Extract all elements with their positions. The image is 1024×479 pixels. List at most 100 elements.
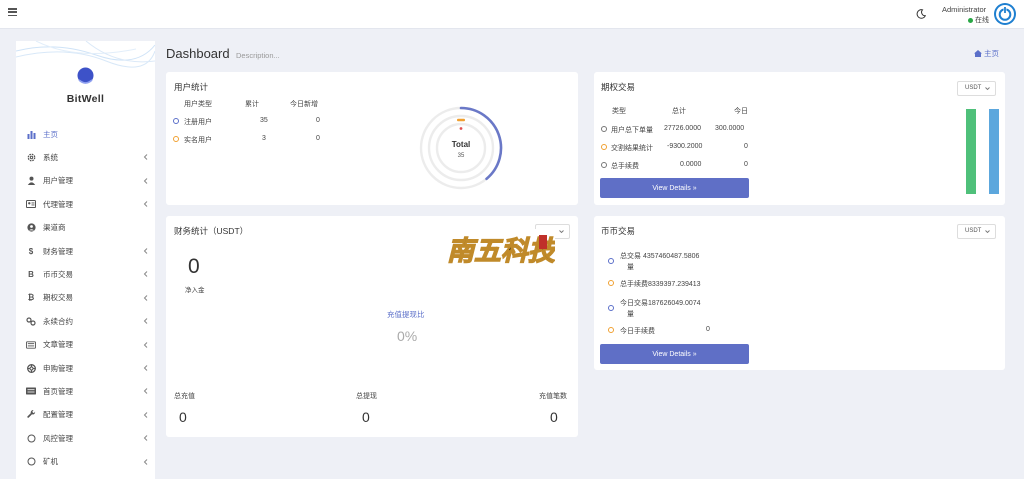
spot-stat-line2: 量	[627, 311, 634, 318]
ratio-title: 充值提现比	[387, 310, 425, 319]
chevron-left-icon	[141, 316, 151, 326]
spot-title: 币币交易	[601, 226, 636, 236]
chevron-left-icon	[141, 433, 151, 443]
chevron-down-icon	[559, 230, 564, 234]
deposit-count-label: 充值笔数	[539, 393, 567, 400]
life-ring-icon	[26, 363, 36, 373]
sidebar-item[interactable]: 矿机	[26, 452, 151, 472]
sidebar-item[interactable]: 风控管理	[26, 428, 151, 448]
sidebar-item[interactable]: ₿ 期权交易	[26, 288, 151, 308]
chevron-down-icon	[985, 87, 990, 91]
chevron-left-icon	[141, 457, 151, 467]
svg-text:南五科技: 南五科技	[447, 236, 555, 267]
spot-stat-line1: 今日手续费	[620, 328, 655, 335]
user-name[interactable]: Administrator	[942, 5, 986, 14]
moon-icon[interactable]	[916, 9, 926, 19]
sidebar-item[interactable]: 文章管理	[26, 335, 151, 355]
home-icon	[974, 50, 982, 57]
row-marker	[173, 118, 179, 124]
link-icon	[26, 316, 36, 326]
circle-icon	[26, 457, 36, 467]
page-title: Dashboard	[166, 46, 230, 61]
sidebar-item-label: 风控管理	[43, 433, 73, 443]
row-marker	[601, 162, 607, 168]
user-today: 0	[316, 117, 320, 124]
user-circle-icon	[26, 223, 36, 233]
currency-select-value: USDT	[965, 85, 982, 91]
total-withdraw-value: 0	[362, 409, 370, 425]
sidebar-item[interactable]: 渠道商	[26, 218, 151, 238]
currency-select-value: USDT	[965, 228, 982, 234]
chevron-left-icon	[141, 363, 151, 373]
option-type: 用户总下单量	[611, 127, 653, 134]
row-marker	[601, 144, 607, 150]
sidebar-item-label: 财务管理	[43, 246, 73, 256]
sidebar-item[interactable]: $ 财务管理	[26, 241, 151, 261]
sidebar-item[interactable]: B 币币交易	[26, 264, 151, 284]
option-type: 总手续费	[611, 163, 639, 170]
ratio-value: 0%	[397, 328, 418, 344]
sidebar-item-label: 代理管理	[43, 199, 73, 209]
user-type: 注册用户	[184, 119, 212, 126]
donut-label: Total	[451, 140, 471, 149]
sidebar-item-label: 用户管理	[43, 176, 73, 186]
sidebar-item[interactable]: 主页	[26, 124, 151, 144]
sidebar-item-label: 申购管理	[43, 363, 73, 373]
sidebar-item-label: 期权交易	[43, 293, 73, 303]
spot-stat-line1: 总交易 4357460487.5806	[620, 253, 700, 260]
sidebar-item[interactable]: 用户管理	[26, 171, 151, 191]
chevron-left-icon	[141, 152, 151, 162]
user-total: 35	[260, 117, 268, 124]
option-type: 交割结果统计	[611, 145, 653, 152]
sidebar-item-label: 矿机	[43, 457, 58, 467]
spot-currency-select[interactable]: USDT	[957, 224, 996, 239]
total-withdraw-label: 总提现	[356, 393, 377, 400]
column-header: 用户类型	[184, 101, 212, 108]
spot-view-details-button[interactable]: View Details »	[600, 344, 749, 364]
chevron-left-icon	[141, 199, 151, 209]
sidebar-item[interactable]: 申购管理	[26, 358, 151, 378]
column-header: 今日新增	[290, 101, 318, 108]
donut-value: 35	[457, 153, 465, 159]
sidebar-item[interactable]: 代理管理	[26, 194, 151, 214]
row-marker	[608, 327, 614, 333]
deposit-count-value: 0	[550, 409, 558, 425]
total-deposit-label: 总充值	[174, 393, 195, 400]
sidebar-item[interactable]: 永续合约	[26, 311, 151, 331]
spot-stat-line2: 量	[627, 264, 634, 271]
currency-select[interactable]: USDT	[957, 81, 996, 96]
column-header: 类型	[612, 108, 626, 115]
user-type: 实名用户	[184, 137, 212, 144]
breadcrumb-home[interactable]: 主页	[974, 48, 999, 59]
row-marker	[608, 280, 614, 286]
bitcoin-icon: ₿	[27, 293, 35, 303]
row-marker	[173, 136, 179, 142]
sidebar-item[interactable]: 系统	[26, 147, 151, 167]
sidebar-item[interactable]: 配置管理	[26, 405, 151, 425]
options-view-details-button[interactable]: View Details »	[600, 178, 749, 198]
brand-name: BitWell	[66, 93, 105, 105]
hamburger-menu-icon[interactable]	[8, 8, 17, 16]
user-today: 0	[316, 135, 320, 142]
user-total: 3	[262, 135, 266, 142]
options-trading-card: 期权交易 USDT 类型 总计 今日 用户总下单量 27726.0000 300…	[594, 72, 1005, 205]
row-marker	[601, 126, 607, 132]
chevron-left-icon	[141, 386, 151, 396]
page-description: Description...	[236, 51, 280, 60]
sidebar-item-label: 系统	[43, 152, 58, 162]
column-header: 总计	[672, 108, 686, 115]
option-total: 27726.0000	[664, 125, 701, 132]
wrench-icon	[26, 410, 36, 420]
avatar[interactable]	[994, 3, 1016, 25]
gear-icon	[26, 152, 36, 162]
row-marker	[608, 305, 614, 311]
chevron-down-icon	[985, 230, 990, 234]
bitcoin-icon: B	[28, 269, 34, 279]
company-logo-stamp: 南五科技	[445, 229, 555, 269]
sidebar-item[interactable]: 首页管理	[26, 381, 151, 401]
sidebar-item-label: 文章管理	[43, 340, 73, 350]
user-status: 在线	[968, 15, 989, 25]
row-marker	[608, 258, 614, 264]
list-icon	[26, 386, 36, 396]
sidebar-item-label: 渠道商	[43, 223, 66, 233]
